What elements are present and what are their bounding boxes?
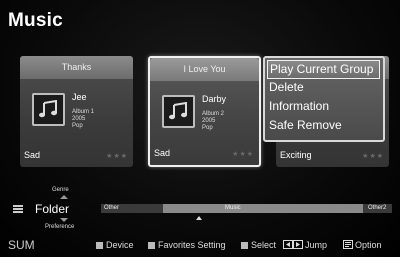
music-card-i-love-you[interactable]: I Love You Darby Album 2 2005 Pop Sad ★★… bbox=[148, 56, 261, 167]
menu-item-information[interactable]: Information bbox=[269, 98, 329, 115]
group-track[interactable]: Other Music Other2 bbox=[101, 204, 392, 213]
menu-item-play-current-group[interactable]: Play Current Group bbox=[267, 60, 380, 79]
card-artist: Darby bbox=[202, 94, 227, 104]
card-artist: Jee bbox=[72, 92, 87, 102]
menu-item-safe-remove[interactable]: Safe Remove bbox=[269, 117, 342, 134]
chevron-down-icon[interactable] bbox=[60, 218, 68, 222]
card-album: Album 1 bbox=[72, 109, 95, 115]
card-genre: Pop bbox=[72, 123, 83, 129]
chevron-up-icon[interactable] bbox=[60, 195, 68, 199]
sort-current[interactable]: Folder bbox=[35, 202, 69, 216]
card-year: 2005 bbox=[72, 116, 86, 122]
card-title: Thanks bbox=[20, 56, 133, 79]
yellow-key-icon bbox=[241, 242, 248, 249]
card-stars: ★★★ bbox=[232, 151, 254, 158]
position-marker-icon bbox=[196, 216, 202, 220]
card-title: I Love You bbox=[150, 58, 259, 81]
bottom-bar: SUM Device Favorites Setting Select Jump… bbox=[0, 233, 400, 257]
card-genre: Pop bbox=[202, 125, 213, 131]
music-note-icon bbox=[162, 95, 195, 128]
option-button[interactable]: Option bbox=[343, 240, 382, 250]
card-meta: Album 1 2005 Pop bbox=[72, 109, 94, 130]
music-note-icon bbox=[32, 93, 65, 126]
group-segment-music[interactable]: Music bbox=[225, 205, 241, 211]
music-card-thanks[interactable]: Thanks Jee Album 1 2005 Pop Sad ★★★ bbox=[20, 56, 133, 167]
tools-menu: Play Current Group Delete Information Sa… bbox=[263, 56, 385, 142]
folder-icon bbox=[13, 205, 23, 213]
sort-up-label: Genre bbox=[52, 187, 69, 193]
jump-button[interactable]: Jump bbox=[283, 240, 327, 250]
favorites-setting-button[interactable]: Favorites Setting bbox=[148, 240, 226, 250]
group-highlight bbox=[163, 204, 363, 213]
select-button[interactable]: Select bbox=[241, 240, 276, 250]
page-title: Music bbox=[8, 10, 63, 31]
tools-icon bbox=[343, 240, 353, 249]
skip-icon bbox=[283, 240, 303, 249]
sort-down-label: Preference bbox=[45, 224, 75, 230]
green-key-icon bbox=[148, 242, 155, 249]
menu-item-delete[interactable]: Delete bbox=[269, 79, 304, 96]
card-mood: Exciting bbox=[280, 150, 312, 160]
group-segment-other[interactable]: Other bbox=[104, 205, 119, 211]
music-screen: Music Thanks Jee Album 1 2005 Pop Sad ★★… bbox=[0, 0, 400, 257]
card-meta: Album 2 2005 Pop bbox=[202, 111, 224, 132]
card-album: Album 2 bbox=[202, 111, 225, 117]
card-mood: Sad bbox=[154, 148, 171, 158]
card-stars: ★★★ bbox=[106, 153, 128, 160]
device-name: SUM bbox=[8, 238, 35, 252]
card-mood: Sad bbox=[24, 150, 41, 160]
card-stars: ★★★ bbox=[362, 153, 384, 160]
group-segment-other2[interactable]: Other2 bbox=[368, 205, 386, 211]
card-year: 2005 bbox=[202, 118, 216, 124]
red-key-icon bbox=[96, 242, 103, 249]
device-button[interactable]: Device bbox=[96, 240, 134, 250]
